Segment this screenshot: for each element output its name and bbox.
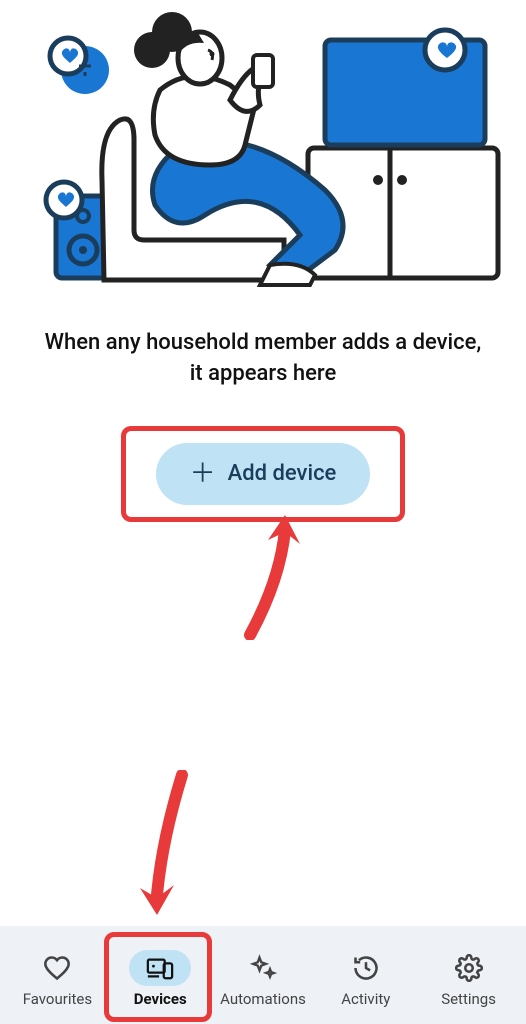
nav-settings[interactable]: Settings	[417, 942, 520, 1008]
heart-icon	[43, 954, 71, 982]
devices-icon	[146, 954, 174, 982]
nav-label: Activity	[341, 990, 390, 1008]
empty-state-message: When any household member adds a device,…	[40, 328, 486, 390]
clock-icon	[352, 954, 380, 982]
sparkle-icon	[249, 954, 277, 982]
plus-icon: ＋	[190, 461, 216, 487]
nav-activity[interactable]: Activity	[314, 942, 417, 1008]
nav-label: Favourites	[23, 990, 92, 1008]
nav-favourites[interactable]: Favourites	[6, 942, 109, 1008]
nav-label: Automations	[220, 990, 306, 1008]
gear-icon	[455, 954, 483, 982]
nav-label: Devices	[134, 990, 187, 1008]
bottom-nav: Favourites Devices Automations Activity …	[0, 926, 526, 1024]
annotation-arrow-down	[132, 770, 202, 920]
add-device-label: Add device	[228, 461, 337, 486]
nav-devices[interactable]: Devices	[109, 942, 212, 1008]
nav-automations[interactable]: Automations	[212, 942, 315, 1008]
annotation-arrow-up	[230, 510, 300, 640]
add-device-highlight: ＋ Add device	[121, 426, 405, 522]
add-device-button[interactable]: ＋ Add device	[156, 443, 371, 505]
empty-state-illustration	[0, 0, 526, 300]
nav-label: Settings	[441, 990, 496, 1008]
